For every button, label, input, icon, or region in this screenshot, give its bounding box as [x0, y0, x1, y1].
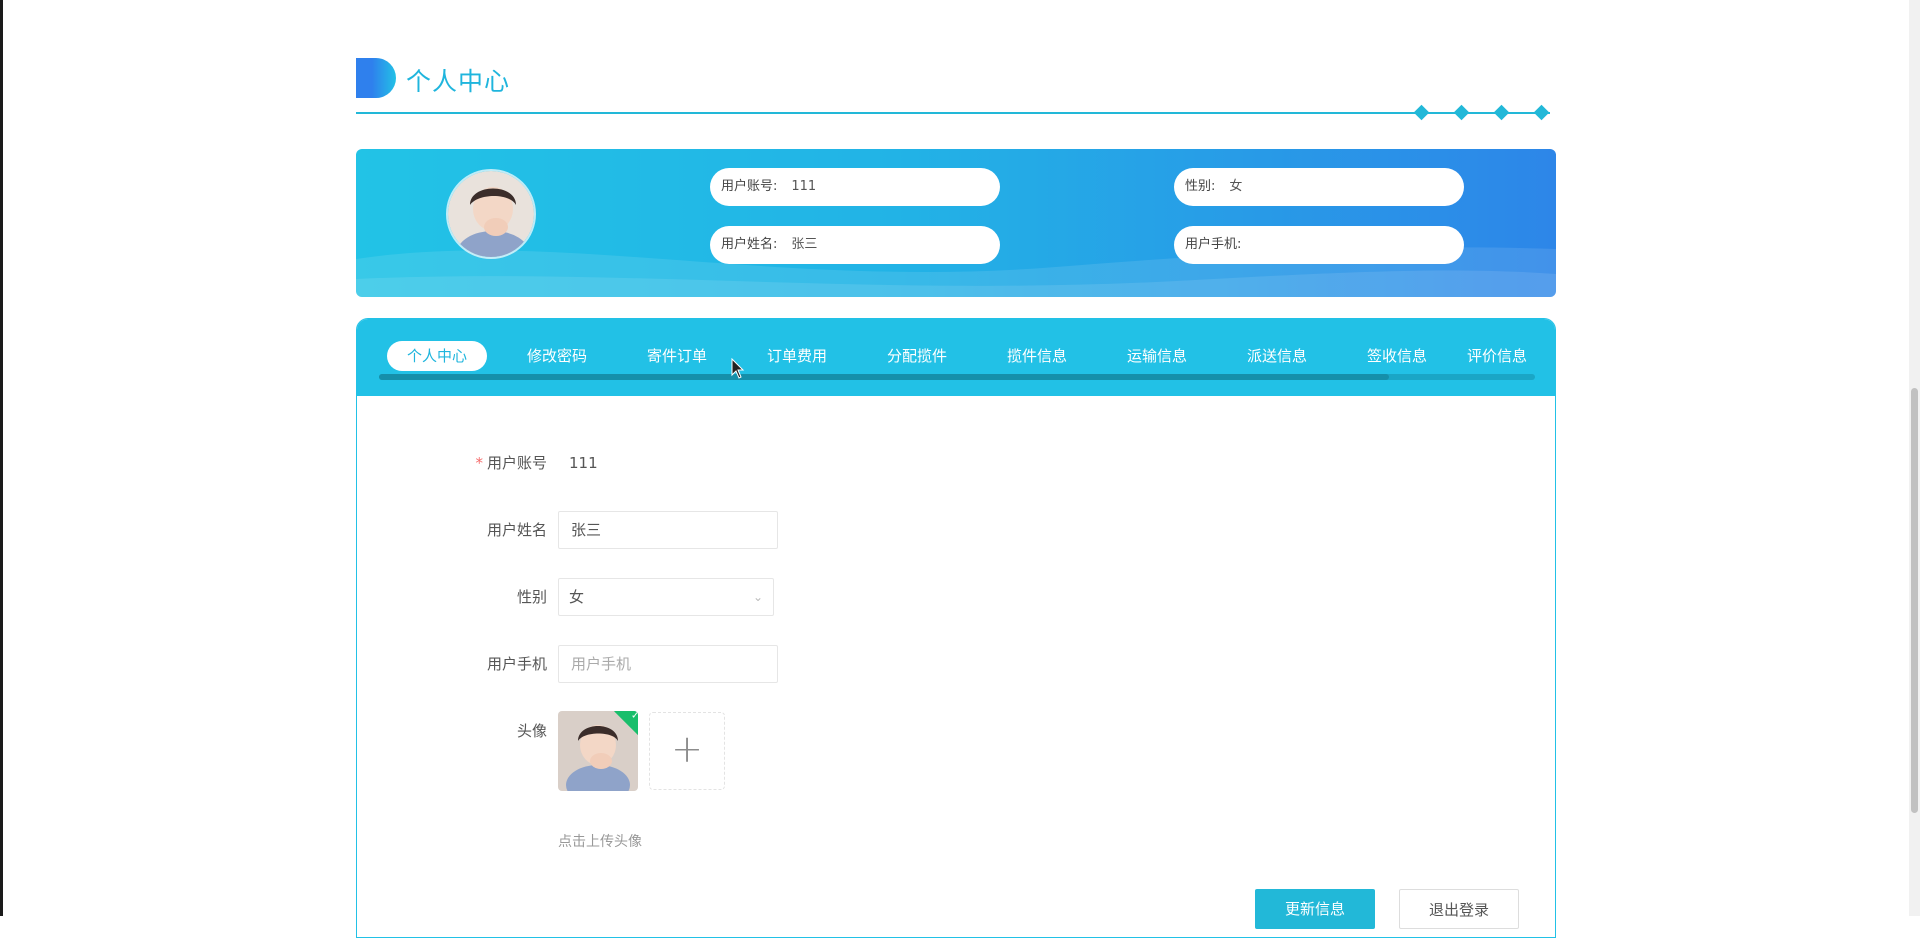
name-pill: 用户姓名: 张三 [710, 226, 1000, 264]
name-label: 用户姓名 [486, 521, 547, 539]
plus-icon: + [671, 727, 703, 771]
gender-label: 性别 [516, 588, 547, 606]
gender-row: 性别 女 ⌄ [357, 577, 1555, 617]
tab-transport-info[interactable]: 运输信息 [1107, 341, 1207, 371]
logout-button[interactable]: 退出登录 [1399, 889, 1519, 929]
account-pill: 用户账号: 111 [710, 168, 1000, 206]
tab-order-fees[interactable]: 订单费用 [747, 341, 847, 371]
update-info-button[interactable]: 更新信息 [1255, 889, 1375, 929]
tab-signed-info[interactable]: 签收信息 [1347, 341, 1447, 371]
phone-label: 用户手机 [486, 655, 547, 673]
add-avatar-button[interactable]: + [649, 712, 725, 790]
tab-pickup-info[interactable]: 揽件信息 [987, 341, 1087, 371]
account-row: * 用户账号 111 [357, 443, 1555, 483]
tab-change-password[interactable]: 修改密码 [507, 341, 607, 371]
gender-pill: 性别: 女 [1174, 168, 1464, 206]
account-value: 111 [569, 454, 598, 472]
check-icon: ✓ [631, 711, 638, 722]
account-pill-label: 用户账号: [721, 179, 778, 194]
title-badge-icon [356, 58, 396, 98]
tab-delivery-info[interactable]: 派送信息 [1227, 341, 1327, 371]
gender-select-value: 女 [569, 588, 585, 606]
gender-select[interactable]: 女 ⌄ [558, 578, 774, 616]
account-pill-value: 111 [791, 179, 817, 194]
required-marker: * [475, 454, 483, 472]
tab-profile[interactable]: 个人中心 [387, 341, 487, 371]
name-pill-label: 用户姓名: [721, 237, 778, 252]
chevron-down-icon: ⌄ [752, 590, 763, 604]
phone-row: 用户手机 用户手机 [357, 644, 1555, 684]
uploaded-avatar-thumbnail[interactable]: ✓ [558, 711, 638, 791]
diamond-icon [1533, 104, 1550, 121]
page-scrollbar-thumb[interactable] [1911, 388, 1918, 813]
avatar-row: 头像 ✓ + [357, 711, 1555, 801]
diamond-icon [1493, 104, 1510, 121]
diamond-icon [1453, 104, 1470, 121]
upload-hint: 点击上传头像 [558, 834, 642, 850]
phone-pill-label: 用户手机: [1185, 237, 1242, 252]
profile-banner: 用户账号: 111 用户姓名: 张三 性别: 女 用户手机: [356, 149, 1556, 297]
tab-scroll-thumb[interactable] [379, 374, 1389, 380]
tab-bar: 个人中心 修改密码 寄件订单 订单费用 分配揽件 揽件信息 运输信息 派送信息 … [357, 319, 1555, 396]
tab-send-orders[interactable]: 寄件订单 [627, 341, 727, 371]
profile-card: 个人中心 修改密码 寄件订单 订单费用 分配揽件 揽件信息 运输信息 派送信息 … [356, 318, 1556, 938]
avatar [446, 169, 536, 259]
avatar-image [448, 171, 534, 257]
page-title: 个人中心 [406, 67, 511, 96]
tab-review-info[interactable]: 评价信息 [1467, 341, 1535, 371]
phone-pill: 用户手机: [1174, 226, 1464, 264]
name-row: 用户姓名 张三 [357, 510, 1555, 550]
name-input[interactable]: 张三 [558, 511, 778, 549]
phone-input[interactable]: 用户手机 [558, 645, 778, 683]
gender-pill-value: 女 [1229, 179, 1243, 194]
account-label: * 用户账号 [475, 454, 547, 472]
gender-pill-label: 性别: [1185, 179, 1216, 194]
mouse-cursor-icon [731, 358, 745, 379]
window-edge [0, 0, 3, 916]
title-divider [356, 112, 1550, 114]
name-pill-value: 张三 [791, 237, 818, 252]
section-header: 个人中心 [356, 58, 1556, 121]
diamond-icon [1413, 104, 1430, 121]
tab-assign-pickup[interactable]: 分配揽件 [867, 341, 967, 371]
avatar-label: 头像 [516, 722, 547, 740]
